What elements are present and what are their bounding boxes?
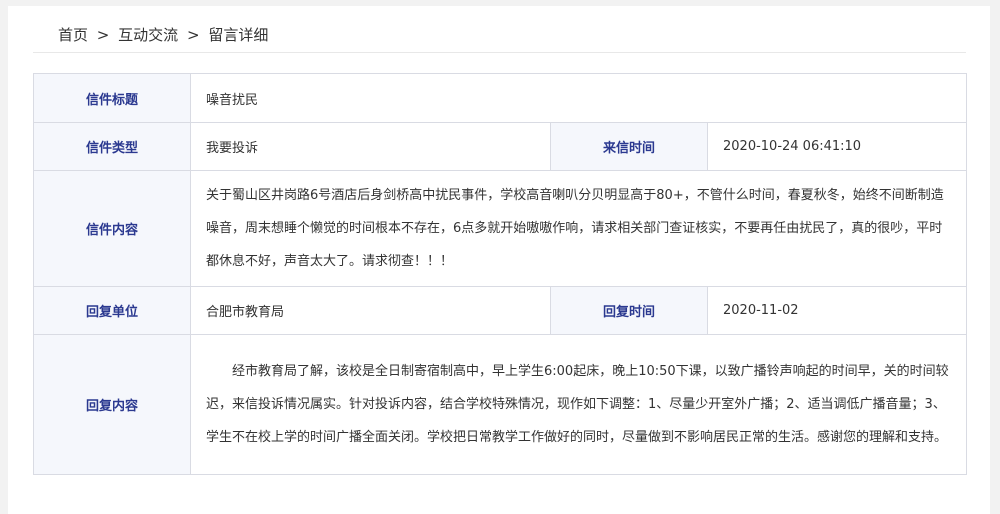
breadcrumb-current: 留言详细 <box>208 26 269 44</box>
label-time: 来信时间 <box>550 122 708 171</box>
breadcrumb-interaction[interactable]: 互动交流 <box>118 26 178 44</box>
letter-title: 噪音扰民 <box>190 73 967 123</box>
breadcrumb-separator: > <box>96 26 110 44</box>
breadcrumb: 首页 > 互动交流 > 留言详细 <box>58 24 272 45</box>
reply-unit: 合肥市教育局 <box>190 286 551 335</box>
breadcrumb-home[interactable]: 首页 <box>58 26 88 44</box>
letter-detail-table: 信件标题 噪音扰民 信件类型 我要投诉 来信时间 2020-10-24 06:4… <box>33 73 967 475</box>
label-reply-time: 回复时间 <box>550 286 708 335</box>
label-reply-unit: 回复单位 <box>33 286 191 335</box>
content-panel: 首页 > 互动交流 > 留言详细 信件标题 噪音扰民 信件类型 我要投诉 来信时… <box>8 6 990 514</box>
table-row: 回复单位 合肥市教育局 回复时间 2020-11-02 <box>33 286 967 335</box>
label-reply-content: 回复内容 <box>33 334 191 475</box>
reply-content: 经市教育局了解，该校是全日制寄宿制高中，早上学生6:00起床，晚上10:50下课… <box>190 334 967 475</box>
label-type: 信件类型 <box>33 122 191 171</box>
reply-time: 2020-11-02 <box>707 286 967 335</box>
divider <box>33 52 966 53</box>
letter-type: 我要投诉 <box>190 122 551 171</box>
table-row: 信件内容 关于蜀山区井岗路6号酒店后身剑桥高中扰民事件，学校高音喇叭分贝明显高于… <box>33 170 967 287</box>
table-row: 信件标题 噪音扰民 <box>33 73 967 123</box>
breadcrumb-separator: > <box>186 26 200 44</box>
table-row: 回复内容 经市教育局了解，该校是全日制寄宿制高中，早上学生6:00起床，晚上10… <box>33 334 967 475</box>
table-row: 信件类型 我要投诉 来信时间 2020-10-24 06:41:10 <box>33 122 967 171</box>
label-title: 信件标题 <box>33 73 191 123</box>
letter-time: 2020-10-24 06:41:10 <box>707 122 967 171</box>
letter-content: 关于蜀山区井岗路6号酒店后身剑桥高中扰民事件，学校高音喇叭分贝明显高于80+，不… <box>190 170 967 287</box>
label-content: 信件内容 <box>33 170 191 287</box>
